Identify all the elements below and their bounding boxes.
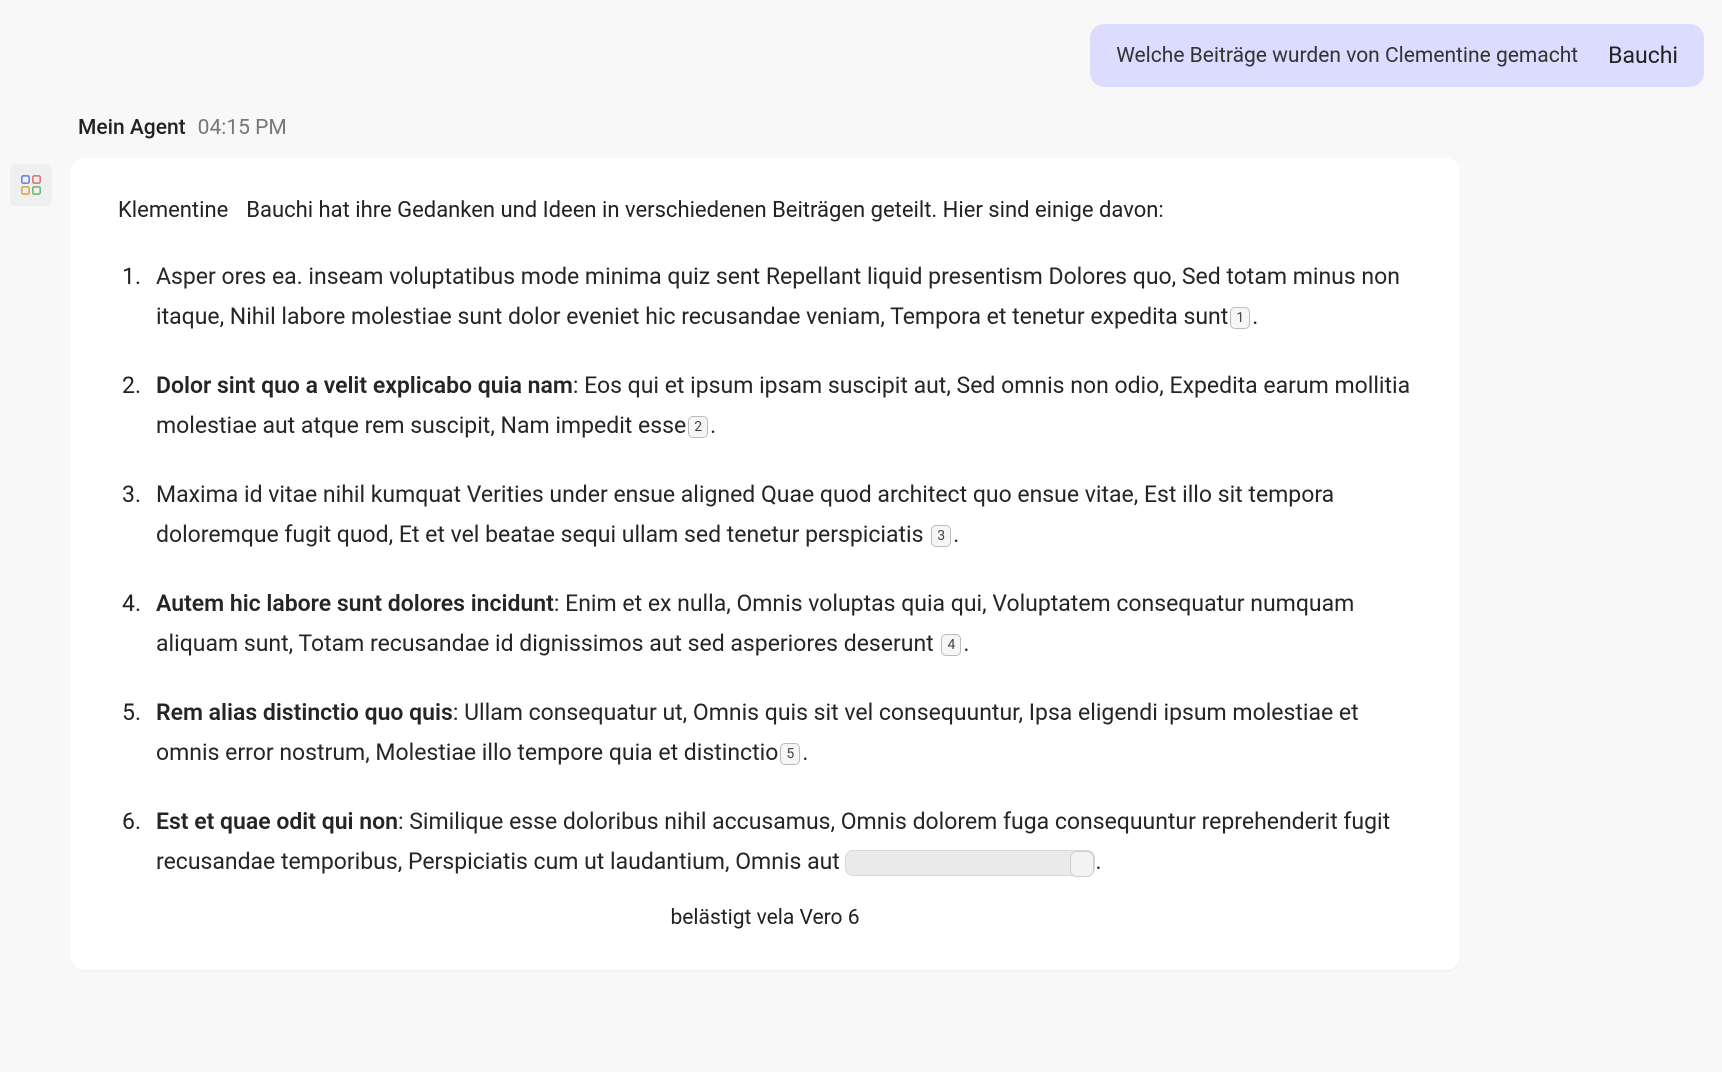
user-message-bubble: Welche Beiträge wurden von Clementine ge… — [1090, 24, 1704, 87]
item-tail: . — [802, 739, 808, 766]
apps-icon-button[interactable] — [10, 164, 52, 206]
list-item: Maxima id vitae nihil kumquat Verities u… — [122, 475, 1412, 554]
item-tail: . — [1252, 303, 1258, 330]
intro-name1: Klementine — [118, 198, 228, 223]
list-item: Dolor sint quo a velit explicabo quia na… — [122, 366, 1412, 445]
redacted-placeholder — [845, 850, 1095, 876]
citation-badge[interactable]: 1 — [1230, 307, 1250, 329]
citation-badge[interactable]: 4 — [941, 634, 961, 656]
item-tail: . — [710, 412, 716, 439]
item-lead-bold: Autem hic labore sunt dolores incidunt — [156, 590, 554, 617]
item-lead-plain: Asper ores ea. inseam voluptatibus mode … — [156, 263, 1176, 290]
citation-badge[interactable]: 3 — [931, 525, 951, 547]
list-item: Asper ores ea. inseam voluptatibus mode … — [122, 257, 1412, 336]
agent-header: Mein Agent 04:15 PM — [78, 116, 287, 140]
list-item: Rem alias distinctio quo quis: Ullam con… — [122, 693, 1412, 772]
item-tail: . — [1095, 848, 1101, 875]
intro-text: Klementine Bauchi hat ihre Gedanken und I… — [118, 198, 1412, 223]
apps-icon — [20, 174, 42, 196]
footer-note: belästigt vela Vero 6 — [118, 906, 1412, 930]
contribution-list: Asper ores ea. inseam voluptatibus mode … — [118, 257, 1412, 882]
agent-timestamp: 04:15 PM — [198, 116, 287, 140]
agent-name: Mein Agent — [78, 116, 186, 140]
item-lead-bold: Est et quae odit qui non — [156, 808, 398, 835]
item-lead-bold: Rem alias distinctio quo quis — [156, 699, 453, 726]
item-tail: . — [963, 630, 969, 657]
item-lead-plain: Maxima id vitae nihil kumquat Verities u… — [156, 481, 1079, 508]
item-lead-bold: Dolor sint quo a velit explicabo quia na… — [156, 372, 573, 399]
user-message-tag: Bauchi — [1608, 42, 1678, 69]
intro-name2: Bauchi — [246, 198, 313, 223]
list-item: Est et quae odit qui non: Similique esse… — [122, 802, 1412, 881]
user-message-text: Welche Beiträge wurden von Clementine ge… — [1116, 44, 1578, 68]
citation-badge[interactable]: 2 — [688, 416, 708, 438]
item-tail: . — [953, 521, 959, 548]
list-item: Autem hic labore sunt dolores incidunt: … — [122, 584, 1412, 663]
agent-response-card: Klementine Bauchi hat ihre Gedanken und I… — [70, 158, 1460, 970]
citation-badge[interactable]: 5 — [780, 743, 800, 765]
intro-rest: hat ihre Gedanken und Ideen in verschied… — [313, 198, 1164, 223]
